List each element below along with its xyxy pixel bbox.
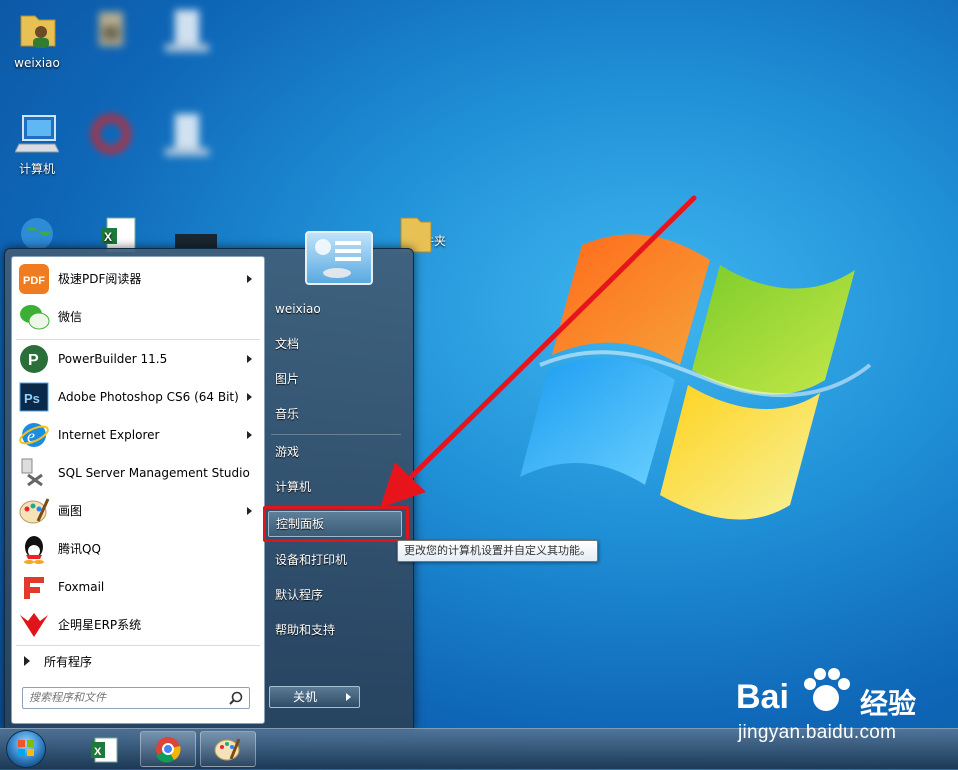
blurred-icon: [165, 112, 209, 156]
start-item-devices-printers[interactable]: 设备和打印机: [265, 545, 403, 575]
baidu-jingyan-watermark: Bai 经验 jingyan.baidu.com: [732, 660, 932, 750]
paw-icon: [798, 666, 854, 719]
powerbuilder-icon: P: [18, 343, 50, 375]
start-item-games[interactable]: 游戏: [265, 437, 403, 467]
program-label: PowerBuilder 11.5: [58, 352, 168, 366]
program-paint[interactable]: 画图: [12, 493, 264, 529]
program-sql-server[interactable]: SQL Server Management Studio: [12, 455, 264, 491]
shutdown-options-arrow-icon[interactable]: [339, 686, 360, 708]
start-item-music[interactable]: 音乐: [265, 399, 403, 429]
foxmail-icon: [18, 571, 50, 603]
start-item-help-support[interactable]: 帮助和支持: [265, 615, 403, 645]
submenu-arrow-icon[interactable]: [247, 507, 252, 515]
start-menu: PDF 极速PDF阅读器 微信 P PowerBuilder 11.5 Ps A…: [4, 231, 414, 730]
taskbar-chrome-button[interactable]: [140, 731, 196, 767]
program-label: SQL Server Management Studio: [58, 466, 250, 480]
desktop-icon-weixiao[interactable]: weixiao: [2, 8, 72, 70]
windows-logo-wallpaper: [520, 234, 872, 520]
program-label: Adobe Photoshop CS6 (64 Bit): [58, 390, 239, 404]
start-item-documents[interactable]: 文档: [265, 329, 403, 359]
start-orb-icon[interactable]: [6, 730, 46, 768]
watermark-url: jingyan.baidu.com: [738, 722, 897, 743]
blurred-icon: [89, 8, 133, 52]
desktop-icon-blurred[interactable]: [76, 112, 146, 160]
search-icon[interactable]: [229, 691, 243, 708]
computer-icon: [14, 112, 60, 156]
program-internet-explorer[interactable]: e Internet Explorer: [12, 417, 264, 453]
submenu-arrow-icon[interactable]: [247, 393, 252, 401]
start-item-user[interactable]: weixiao: [265, 294, 403, 324]
svg-text:Ps: Ps: [24, 391, 40, 406]
desktop-icon-folder[interactable]: 文件夹: [378, 212, 448, 253]
desktop-icon-blurred[interactable]: [152, 8, 222, 56]
paint-icon: [201, 738, 257, 769]
submenu-arrow-icon[interactable]: [247, 431, 252, 439]
desktop-icon-blurred[interactable]: [76, 8, 146, 56]
user-folder-icon: [15, 8, 59, 52]
watermark-logo: Bai: [736, 678, 789, 716]
excel-icon: X: [79, 737, 135, 769]
program-label: Internet Explorer: [58, 428, 160, 442]
desktop-icon-label: weixiao: [14, 56, 60, 70]
program-label: 极速PDF阅读器: [58, 272, 142, 286]
pdf-reader-icon: PDF: [18, 263, 50, 295]
wechat-icon: [18, 301, 50, 333]
program-label: 企明星ERP系统: [58, 618, 142, 632]
submenu-arrow-icon[interactable]: [247, 275, 252, 283]
user-picture[interactable]: [305, 231, 373, 285]
program-pdf-reader[interactable]: PDF 极速PDF阅读器: [12, 261, 264, 297]
start-item-computer[interactable]: 计算机: [265, 472, 403, 502]
program-qq[interactable]: 腾讯QQ: [12, 531, 264, 567]
watermark-cn: 经验: [860, 687, 917, 720]
program-label: Foxmail: [58, 580, 105, 594]
taskbar-paint-button[interactable]: [200, 731, 256, 767]
chrome-icon: [141, 737, 197, 769]
separator: [16, 645, 260, 646]
program-erp[interactable]: 企明星ERP系统: [12, 607, 264, 643]
blurred-icon: [89, 112, 133, 156]
program-foxmail[interactable]: Foxmail: [12, 569, 264, 605]
program-powerbuilder[interactable]: P PowerBuilder 11.5: [12, 341, 264, 377]
sql-server-icon: [18, 457, 50, 489]
svg-text:X: X: [94, 746, 102, 758]
separator: [16, 339, 260, 340]
paint-icon: [18, 495, 50, 527]
taskbar-excel-button[interactable]: X: [78, 731, 134, 767]
start-search-box[interactable]: [22, 687, 250, 709]
start-item-default-programs[interactable]: 默认程序: [265, 580, 403, 610]
separator: [271, 434, 401, 435]
start-menu-programs-pane: PDF 极速PDF阅读器 微信 P PowerBuilder 11.5 Ps A…: [11, 256, 265, 724]
program-label: 腾讯QQ: [58, 542, 101, 556]
program-photoshop[interactable]: Ps Adobe Photoshop CS6 (64 Bit): [12, 379, 264, 415]
all-programs-label: 所有程序: [44, 654, 93, 669]
program-label: 画图: [58, 504, 83, 518]
control-panel-picture-icon: [315, 239, 361, 278]
qq-icon: [18, 533, 50, 565]
control-panel-tooltip: 更改您的计算机设置并自定义其功能。: [397, 540, 598, 562]
ie-icon: e: [18, 419, 50, 451]
desktop-icon-blurred[interactable]: [152, 112, 222, 160]
shutdown-button[interactable]: 关机: [269, 686, 341, 708]
blurred-icon: [165, 8, 209, 52]
start-item-pictures[interactable]: 图片: [265, 364, 403, 394]
program-label: 微信: [58, 310, 83, 324]
erp-icon: [18, 609, 50, 641]
svg-text:X: X: [104, 230, 112, 244]
svg-text:PDF: PDF: [23, 275, 45, 287]
desktop-icon-label: 计算机: [18, 162, 55, 176]
program-wechat[interactable]: 微信: [12, 299, 264, 335]
desktop-icon-computer[interactable]: 计算机: [2, 112, 72, 177]
start-search-input[interactable]: [29, 688, 219, 706]
control-panel-highlight-box: [263, 506, 409, 542]
submenu-arrow-icon[interactable]: [247, 355, 252, 363]
svg-text:P: P: [28, 352, 39, 369]
all-programs-arrow-icon: [24, 656, 30, 666]
all-programs-button[interactable]: 所有程序: [12, 649, 264, 673]
photoshop-icon: Ps: [18, 381, 50, 413]
